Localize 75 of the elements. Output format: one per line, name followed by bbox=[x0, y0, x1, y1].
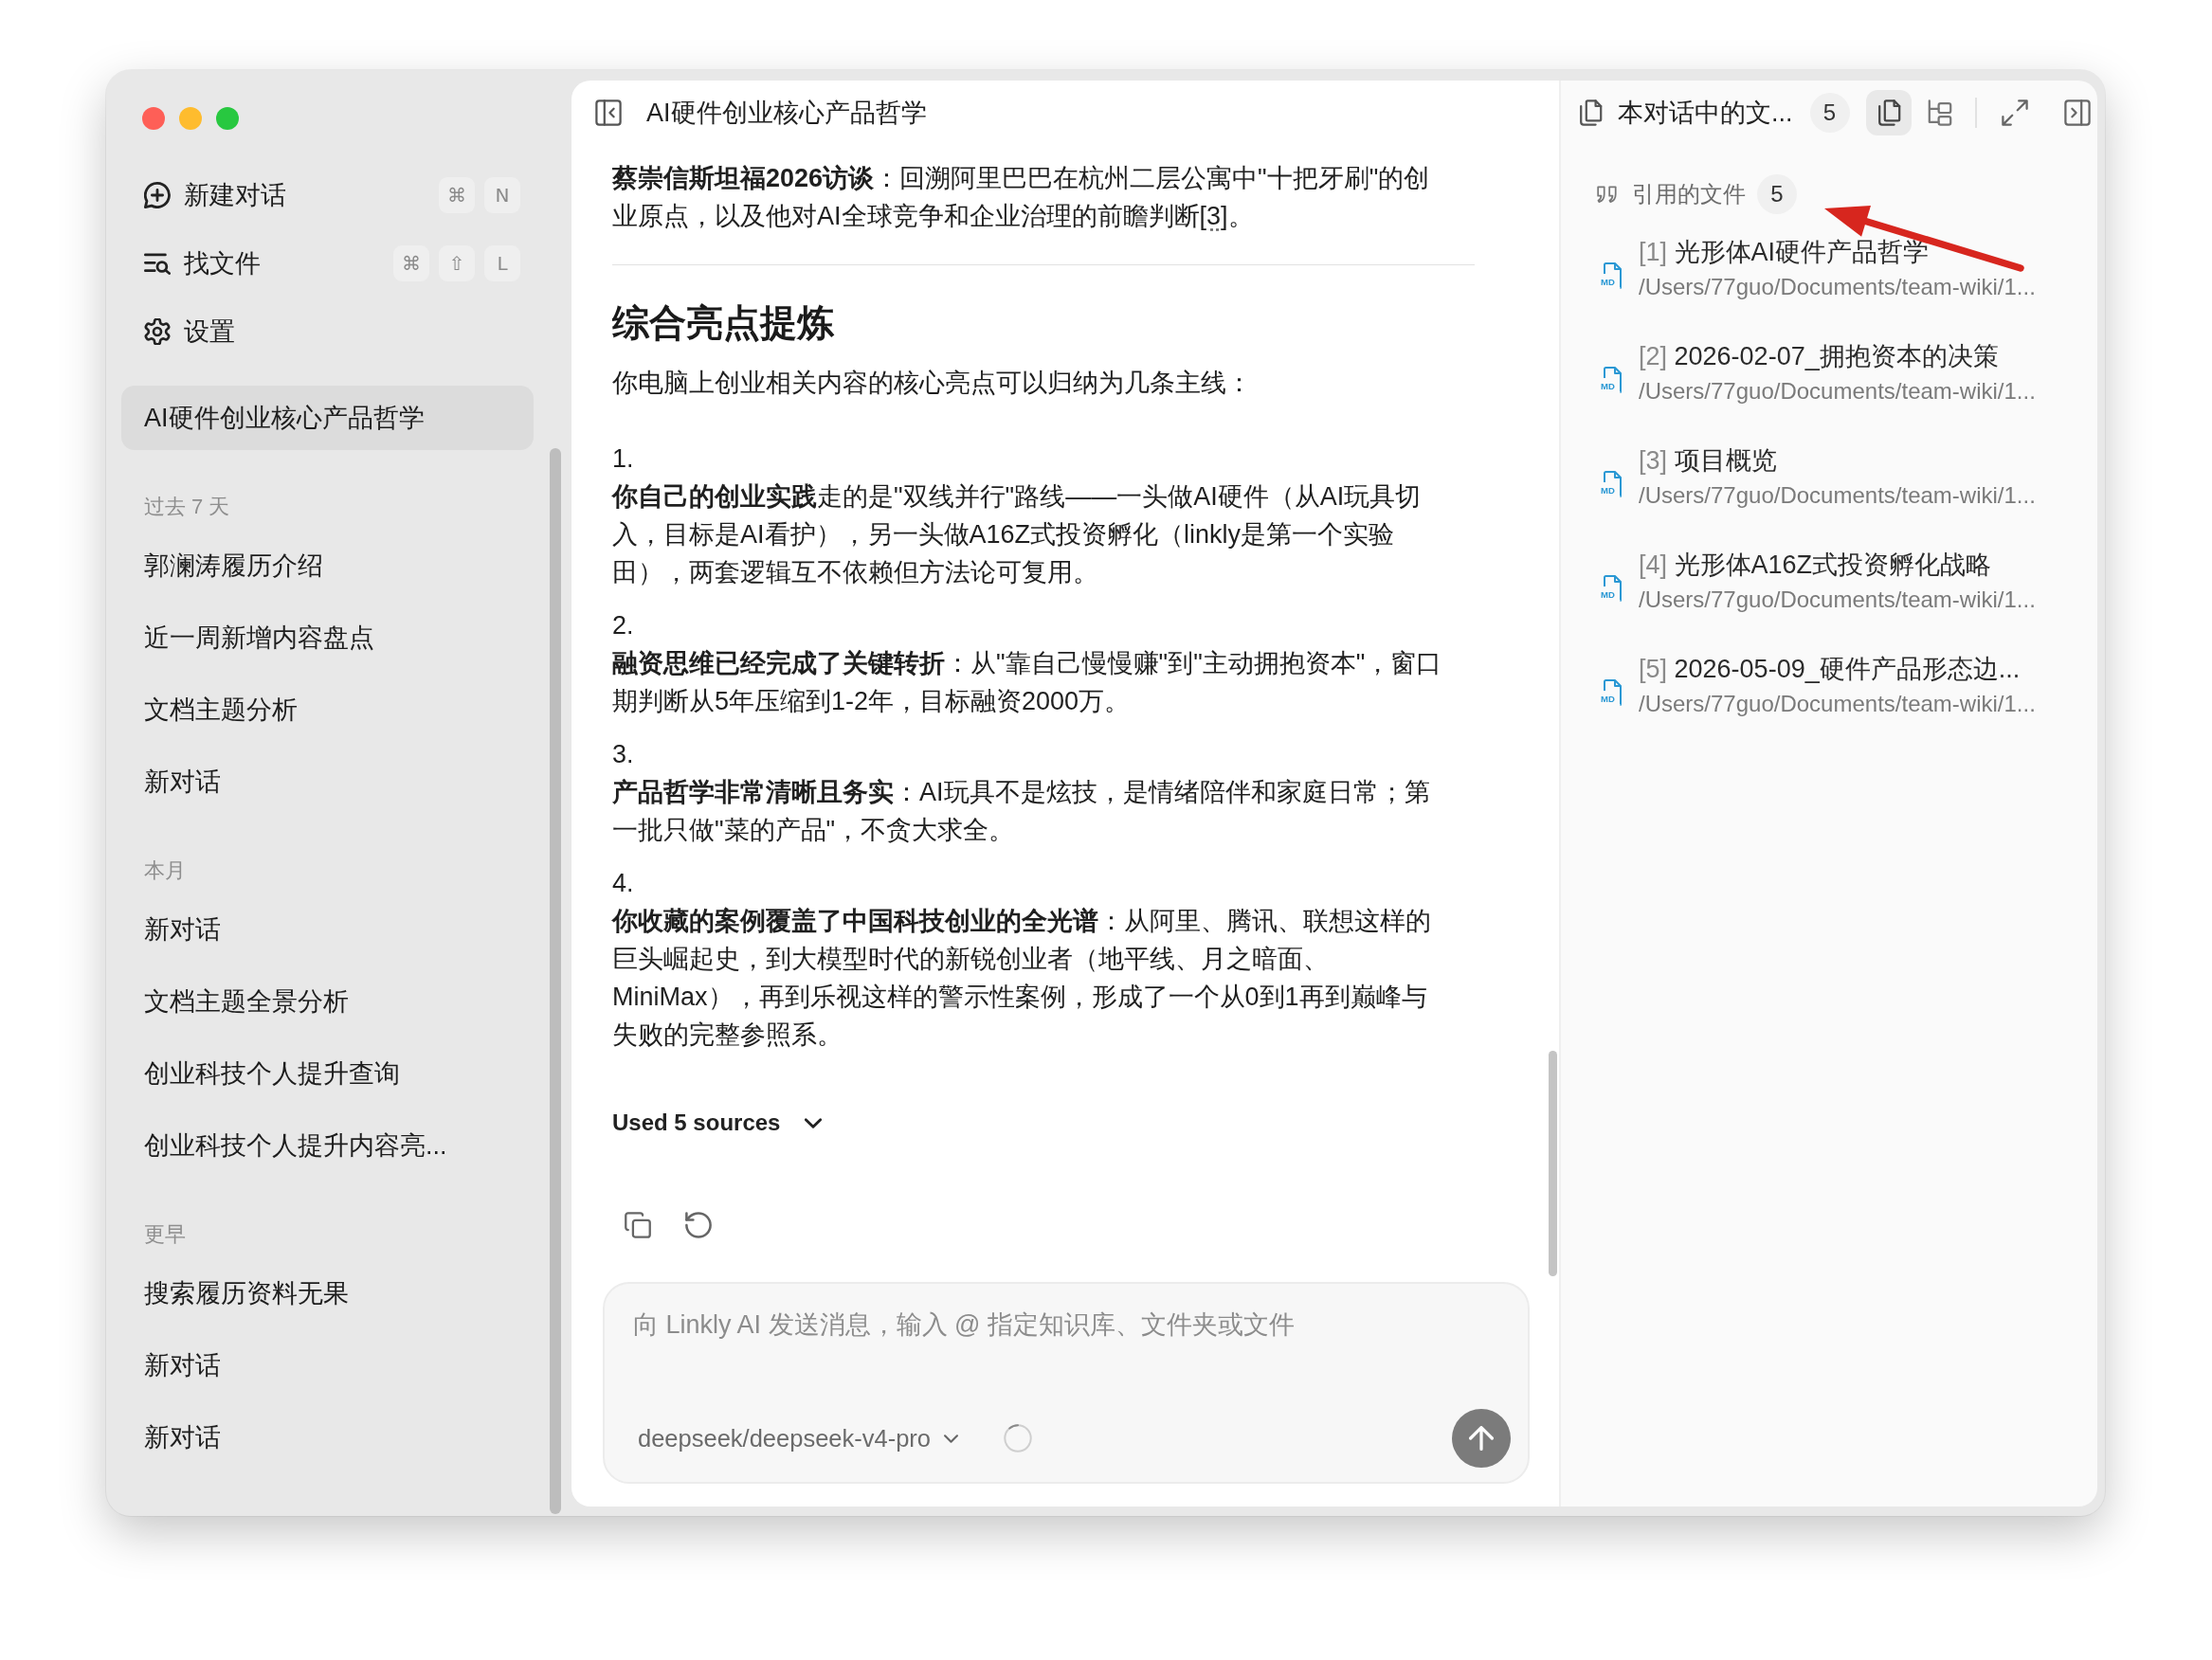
file-path: /Users/77guo/Documents/team-wiki/1... bbox=[1639, 481, 2036, 510]
file-title[interactable]: 光形体AI硬件产品哲学 bbox=[1674, 238, 1930, 266]
count-badge: 5 bbox=[1809, 93, 1850, 133]
copy-icon[interactable] bbox=[625, 1212, 651, 1238]
panel-right-icon[interactable] bbox=[2063, 99, 2091, 126]
answer-paragraph: 你收藏的案例覆盖了中国科技创业的全光谱：从阿里、腾讯、联想这样的巨头崛起史，到大模型时代的新锐创业者（地平线、月之暗面、MiniMax），再到乐视这样的警示性案例，形成了一个从0到1再到巅峰与失败的完整参照系。 bbox=[612, 906, 1432, 1051]
panel-left-icon[interactable] bbox=[595, 99, 622, 126]
citation-link[interactable]: [3] bbox=[1199, 202, 1228, 230]
file-path: /Users/77guo/Documents/team-wiki/1... bbox=[1639, 586, 2036, 614]
conversation-item[interactable]: 创业科技个人提升内容亮... bbox=[121, 1113, 534, 1178]
conversation-item[interactable]: 新对话 bbox=[121, 1333, 534, 1398]
tree-icon bbox=[1926, 99, 1953, 126]
answer-paragraph: 你自己的创业实践走的是"双线并行"路线——一头做AI硬件（从AI玩具切入，目标是AI看护），另一头做A16Z式投资孵化（linkly是第一个实验田），两套逻辑互不依赖但方法论可复用。 bbox=[612, 481, 1423, 588]
list-number: 3. bbox=[612, 739, 634, 770]
shortcut-key: ⇧ bbox=[439, 245, 475, 281]
settings-icon bbox=[144, 318, 171, 345]
answer-paragraph: 蔡崇信斯坦福2026访谈：回溯阿里巴巴在杭州二层公寓中"十把牙刷"的创业原点，以及他对AI全球竞争和企业治理的前瞻判断[3]。 bbox=[612, 163, 1431, 232]
file-path: /Users/77guo/Documents/team-wiki/1... bbox=[1639, 377, 2036, 406]
panel-title: 本对话中的文... bbox=[1618, 98, 1793, 129]
file-path: /Users/77guo/Documents/team-wiki/1... bbox=[1639, 273, 2036, 301]
arrow-up-icon bbox=[1469, 1426, 1494, 1451]
message-input[interactable]: 向 Linkly AI 发送消息，输入 @ 指定知识库、文件夹或文件 bbox=[624, 1304, 1511, 1380]
list-number: 2. bbox=[612, 610, 634, 641]
conversation-item[interactable]: 新对话 bbox=[121, 897, 534, 962]
answer-paragraph: 你电脑上创业相关内容的核心亮点可以归纳为几条主线： bbox=[612, 368, 1253, 399]
citation-index: [5] bbox=[1639, 655, 1668, 683]
new-chat-button[interactable]: 新建对话 bbox=[144, 178, 286, 212]
file-title[interactable]: 2026-05-09_硬件产品形态边... bbox=[1674, 655, 2021, 683]
conversation-item[interactable]: 文档主题分析 bbox=[121, 677, 534, 742]
conversation-item[interactable]: 新对话 bbox=[121, 1405, 534, 1470]
list-number: 4. bbox=[612, 868, 634, 899]
find-files-button[interactable]: 找文件 bbox=[144, 246, 261, 280]
count-badge: 5 bbox=[1757, 174, 1797, 214]
scrollbar[interactable] bbox=[550, 448, 561, 1514]
close-button[interactable] bbox=[142, 107, 165, 130]
conversation-item[interactable]: AI硬件创业核心产品哲学 bbox=[121, 386, 534, 450]
section-title: 引用的文件 bbox=[1632, 180, 1746, 208]
file-path: /Users/77guo/Documents/team-wiki/1... bbox=[1639, 690, 2036, 718]
chat-title: AI硬件创业核心产品哲学 bbox=[646, 98, 927, 129]
conversation-item[interactable]: 搜索履历资料无果 bbox=[121, 1261, 534, 1326]
sources-toggle[interactable]: Used 5 sources bbox=[612, 1104, 823, 1142]
section-heading: 过去 7 天 bbox=[143, 494, 231, 520]
citation-index: [3] bbox=[1639, 446, 1668, 475]
file-title[interactable]: 光形体A16Z式投资孵化战略 bbox=[1674, 550, 1992, 579]
citation-index: [4] bbox=[1639, 550, 1668, 579]
view-toggle[interactable] bbox=[1865, 90, 1912, 135]
settings-button[interactable]: 设置 bbox=[144, 315, 235, 349]
shortcut-key: ⌘ bbox=[439, 177, 475, 213]
answer-heading: 综合亮点提炼 bbox=[612, 301, 835, 345]
shortcut-key: ⌘ bbox=[393, 245, 429, 281]
conversation-item[interactable]: 新对话 bbox=[121, 749, 534, 814]
message-composer[interactable]: 向 Linkly AI 发送消息，输入 @ 指定知识库、文件夹或文件 deepseek/deepseek-v4-pro bbox=[603, 1282, 1530, 1484]
shortcut-key: L bbox=[484, 245, 520, 281]
answer-paragraph: 融资思维已经完成了关键转折：从"靠自己慢慢赚"到"主动拥抱资本"，窗口期判断从5年压缩到1-2年，目标融资2000万。 bbox=[612, 648, 1443, 717]
section-heading: 更早 bbox=[143, 1221, 187, 1248]
refresh-icon[interactable] bbox=[685, 1212, 712, 1238]
citation-index: [1] bbox=[1639, 238, 1668, 266]
section-heading: 本月 bbox=[143, 857, 187, 884]
scrollbar[interactable] bbox=[1549, 1051, 1557, 1276]
documents-icon bbox=[1577, 99, 1604, 126]
conversation-item[interactable]: 郭澜涛履历介绍 bbox=[121, 533, 534, 598]
chevron-down-icon bbox=[944, 1434, 959, 1443]
shortcut-key: N bbox=[484, 177, 520, 213]
answer-paragraph: 产品哲学非常清晰且务实：AI玩具不是炫技，是情绪陪伴和家庭日常；第一批只做"菜的产品"，不贪大求全。 bbox=[612, 777, 1431, 846]
file-title[interactable]: 2026-02-07_拥抱资本的决策 bbox=[1674, 342, 1999, 370]
list-number: 1. bbox=[612, 443, 634, 475]
chat-plus-icon bbox=[144, 182, 171, 208]
quote-icon bbox=[1596, 185, 1619, 204]
file-title[interactable]: 项目概览 bbox=[1674, 446, 1777, 475]
conversation-item[interactable]: 近一周新增内容盘点 bbox=[121, 605, 534, 670]
expand-icon[interactable] bbox=[2001, 99, 2028, 126]
model-selector[interactable]: deepseek/deepseek-v4-pro bbox=[638, 1424, 959, 1452]
citation-index: [2] bbox=[1639, 342, 1668, 370]
conversation-item[interactable]: 创业科技个人提升查询 bbox=[121, 1041, 534, 1106]
conversation-item[interactable]: 文档主题全景分析 bbox=[121, 969, 534, 1034]
